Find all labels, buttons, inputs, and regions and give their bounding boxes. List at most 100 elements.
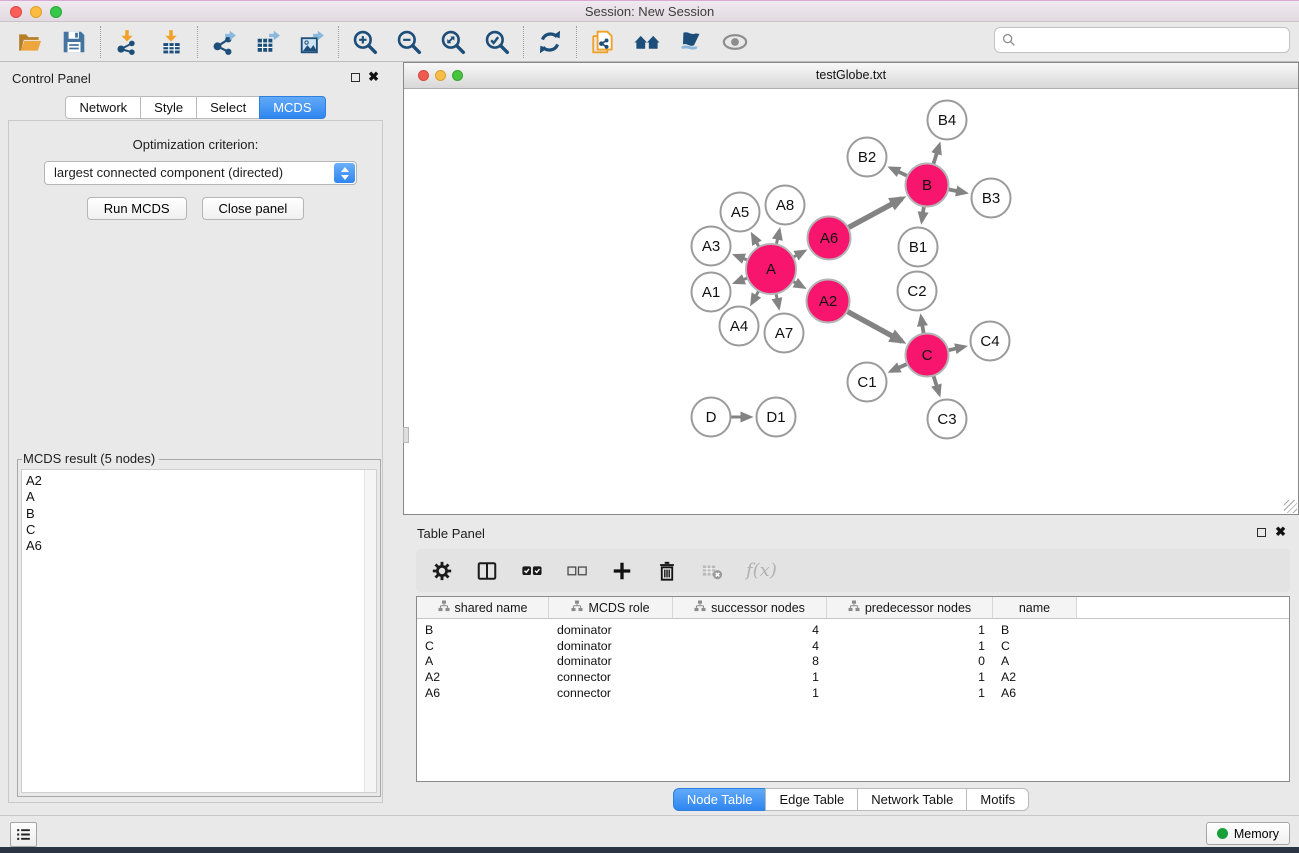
result-item[interactable]: A6 xyxy=(22,538,376,554)
export-image-button[interactable] xyxy=(297,27,327,57)
zoom-fit-button[interactable] xyxy=(438,27,468,57)
add-column-button[interactable] xyxy=(610,559,634,583)
home-button[interactable] xyxy=(632,27,662,57)
tab-mcds[interactable]: MCDS xyxy=(259,96,325,119)
table-cell[interactable]: connector xyxy=(549,670,673,684)
graph-node-B4[interactable]: B4 xyxy=(928,101,967,140)
graph-node-A7[interactable]: A7 xyxy=(765,314,804,353)
graph-node-D1[interactable]: D1 xyxy=(757,398,796,437)
table-cell[interactable]: 0 xyxy=(827,654,993,668)
search-box[interactable] xyxy=(994,27,1290,53)
table-cell[interactable]: 4 xyxy=(673,639,827,653)
tab-style[interactable]: Style xyxy=(140,96,197,119)
graph-node-B2[interactable]: B2 xyxy=(848,138,887,177)
table-cell[interactable]: B xyxy=(417,623,549,637)
graph-node-A8[interactable]: A8 xyxy=(766,186,805,225)
network-minimize-button[interactable] xyxy=(435,70,446,81)
open-session-button[interactable] xyxy=(15,27,45,57)
table-cell[interactable]: C xyxy=(417,639,549,653)
tab-select[interactable]: Select xyxy=(196,96,260,119)
table-cell[interactable]: A xyxy=(993,654,1077,668)
run-mcds-button[interactable]: Run MCDS xyxy=(87,197,187,220)
table-cell[interactable]: A xyxy=(417,654,549,668)
zoom-in-button[interactable] xyxy=(350,27,380,57)
select-all-checkboxes-button[interactable] xyxy=(520,559,544,583)
table-cell[interactable]: 1 xyxy=(827,686,993,700)
graph-node-B[interactable]: B xyxy=(906,164,949,207)
import-network-button[interactable] xyxy=(112,27,142,57)
table-panel-float-icon[interactable] xyxy=(1257,528,1266,537)
result-item[interactable]: B xyxy=(22,506,376,522)
table-cell[interactable]: A2 xyxy=(417,670,549,684)
column-header-successor-nodes[interactable]: successor nodes xyxy=(673,597,827,618)
graph-node-C3[interactable]: C3 xyxy=(928,400,967,439)
table-cell[interactable]: 1 xyxy=(827,670,993,684)
resize-grip-icon[interactable] xyxy=(1284,500,1297,513)
table-row[interactable]: A2connector11A2 xyxy=(417,669,1289,685)
mcds-result-list[interactable]: A2ABCA6 xyxy=(21,469,377,793)
table-cell[interactable]: 1 xyxy=(827,639,993,653)
table-cell[interactable]: dominator xyxy=(549,623,673,637)
table-row[interactable]: Adominator80A xyxy=(417,653,1289,669)
export-network-button[interactable] xyxy=(209,27,239,57)
optimization-criterion-dropdown[interactable]: largest connected component (directed) xyxy=(44,161,357,185)
tab-network[interactable]: Network xyxy=(65,96,141,119)
save-session-button[interactable] xyxy=(59,27,89,57)
graph-node-A[interactable]: A xyxy=(746,244,796,294)
column-layout-button[interactable] xyxy=(475,559,499,583)
column-header-MCDS-role[interactable]: MCDS role xyxy=(549,597,673,618)
graph-node-D[interactable]: D xyxy=(692,398,731,437)
function-builder-button[interactable]: f(x) xyxy=(745,559,778,583)
network-close-button[interactable] xyxy=(418,70,429,81)
column-header-predecessor-nodes[interactable]: predecessor nodes xyxy=(827,597,993,618)
table-cell[interactable]: A6 xyxy=(993,686,1077,700)
zoom-out-button[interactable] xyxy=(394,27,424,57)
table-panel-close-icon[interactable]: ✖ xyxy=(1275,524,1286,540)
graph-node-B3[interactable]: B3 xyxy=(972,179,1011,218)
memory-button[interactable]: Memory xyxy=(1206,822,1290,845)
tab-edge-table[interactable]: Edge Table xyxy=(765,788,858,811)
table-cell[interactable]: dominator xyxy=(549,639,673,653)
graph-node-C1[interactable]: C1 xyxy=(848,363,887,402)
table-cell[interactable]: A2 xyxy=(993,670,1077,684)
result-item[interactable]: A2 xyxy=(22,473,376,489)
table-cell[interactable]: 4 xyxy=(673,623,827,637)
graph-node-C4[interactable]: C4 xyxy=(971,322,1010,361)
deselect-all-checkboxes-button[interactable] xyxy=(565,559,589,583)
table-cell[interactable]: A6 xyxy=(417,686,549,700)
graph-node-C[interactable]: C xyxy=(906,334,949,377)
table-cell[interactable]: C xyxy=(993,639,1077,653)
control-panel-float-icon[interactable] xyxy=(351,73,360,82)
tab-node-table[interactable]: Node Table xyxy=(673,788,767,811)
graph-node-A5[interactable]: A5 xyxy=(721,193,760,232)
graph-node-B1[interactable]: B1 xyxy=(899,228,938,267)
tab-network-table[interactable]: Network Table xyxy=(857,788,967,811)
graph-node-C2[interactable]: C2 xyxy=(898,272,937,311)
delete-column-button[interactable] xyxy=(655,559,679,583)
table-cell[interactable]: 8 xyxy=(673,654,827,668)
graph-node-A2[interactable]: A2 xyxy=(807,280,850,323)
graph-node-A3[interactable]: A3 xyxy=(692,227,731,266)
task-history-button[interactable] xyxy=(10,822,37,847)
export-table-button[interactable] xyxy=(253,27,283,57)
table-cell[interactable]: dominator xyxy=(549,654,673,668)
import-table-button[interactable] xyxy=(156,27,186,57)
table-row[interactable]: Bdominator41B xyxy=(417,622,1289,638)
table-cell[interactable]: 1 xyxy=(827,623,993,637)
settings-button[interactable] xyxy=(430,559,454,583)
graphics-details-button[interactable] xyxy=(676,27,706,57)
clone-network-button[interactable] xyxy=(588,27,618,57)
tab-motifs[interactable]: Motifs xyxy=(966,788,1029,811)
left-resize-grip-icon[interactable] xyxy=(403,427,409,443)
network-canvas[interactable]: B4B2BB3A5A8A6B1A3AC2A1A2A4A7C4CC1C3DD1 xyxy=(404,89,1298,514)
table-row[interactable]: Cdominator41C xyxy=(417,638,1289,654)
show-hide-button[interactable] xyxy=(720,27,750,57)
result-item[interactable]: A xyxy=(22,489,376,505)
table-cell[interactable]: connector xyxy=(549,686,673,700)
zoom-selected-button[interactable] xyxy=(482,27,512,57)
network-window-titlebar[interactable]: testGlobe.txt xyxy=(404,63,1298,89)
delete-table-button[interactable] xyxy=(700,559,724,583)
graph-node-A1[interactable]: A1 xyxy=(692,273,731,312)
result-list-scrollbar[interactable] xyxy=(364,470,376,792)
table-cell[interactable]: B xyxy=(993,623,1077,637)
